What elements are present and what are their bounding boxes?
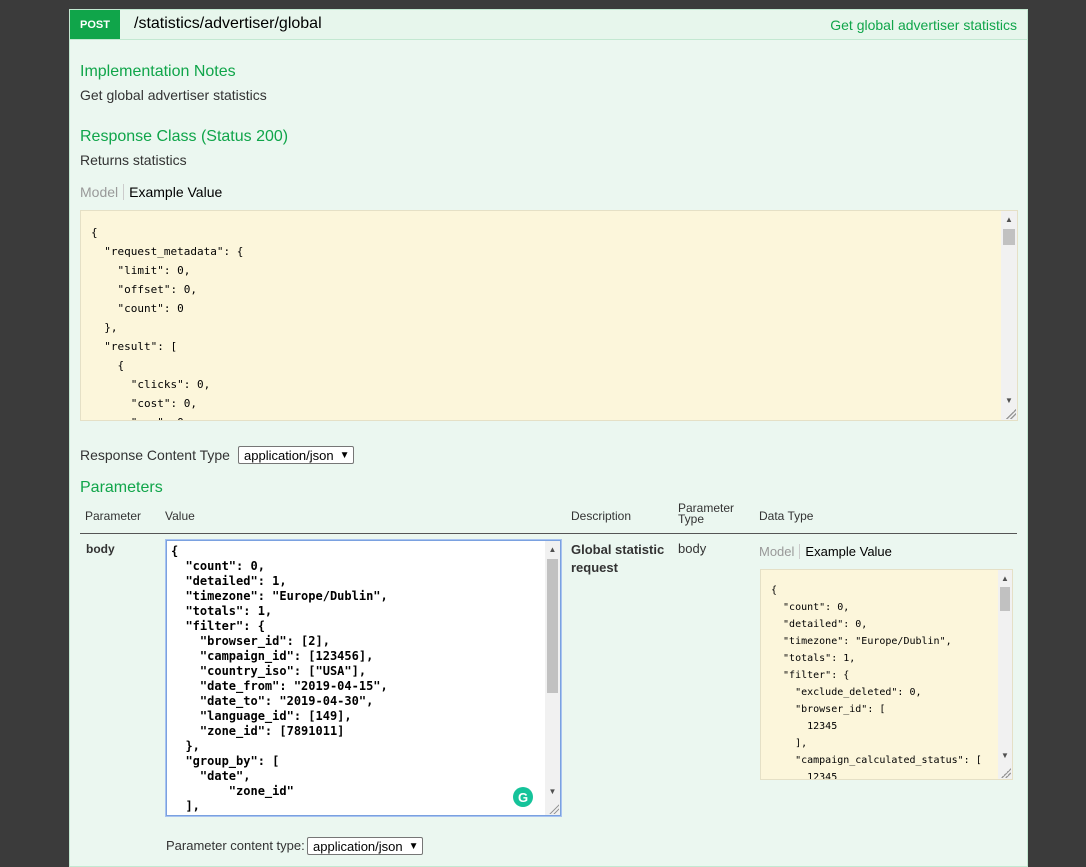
scroll-down-icon[interactable]: ▼ <box>1001 392 1017 408</box>
caret-down-icon: ▼ <box>408 840 419 852</box>
response-content-type-select[interactable]: application/json ▼ <box>238 446 354 464</box>
scroll-down-icon[interactable]: ▼ <box>545 783 560 799</box>
tab-example-value[interactable]: Example Value <box>124 184 222 200</box>
response-signature-tabs: Model Example Value <box>80 184 222 200</box>
column-header-description: Description <box>571 509 632 523</box>
response-class-text: Returns statistics <box>80 152 187 168</box>
body-value-textarea[interactable]: { "count": 0, "detailed": 1, "timezone":… <box>166 540 561 816</box>
response-example-scrollbar[interactable]: ▲ ▼ <box>1001 211 1017 420</box>
datatype-signature-tabs: Model Example Value <box>759 544 892 559</box>
column-header-parameter: Parameter <box>85 509 142 523</box>
parameter-content-type-label: Parameter content type: <box>166 838 305 853</box>
parameters-title: Parameters <box>80 479 163 496</box>
scroll-up-icon[interactable]: ▲ <box>998 570 1012 586</box>
tab-model[interactable]: Model <box>759 544 801 559</box>
method-badge[interactable]: POST <box>70 10 120 39</box>
endpoint-path[interactable]: /statistics/advertiser/global <box>134 15 322 33</box>
column-header-data-type: Data Type <box>759 509 814 523</box>
scroll-thumb[interactable] <box>547 559 558 693</box>
grammarly-icon[interactable]: G <box>513 787 533 807</box>
param-type: body <box>678 541 707 556</box>
resize-grip-icon[interactable] <box>1006 409 1016 419</box>
response-example-text: { "request_metadata": { "limit": 0, "off… <box>91 226 244 420</box>
parameters-divider <box>80 533 1017 534</box>
operation-summary[interactable]: Get global advertiser statistics <box>830 17 1017 33</box>
body-value-text: { "count": 0, "detailed": 1, "timezone":… <box>171 544 388 813</box>
scroll-down-icon[interactable]: ▼ <box>998 747 1012 763</box>
datatype-example-text: { "count": 0, "detailed": 0, "timezone":… <box>771 585 982 780</box>
param-description: Global statistic request <box>571 542 665 575</box>
scroll-up-icon[interactable]: ▲ <box>1001 211 1017 227</box>
response-content-type-label: Response Content Type <box>80 447 230 463</box>
operation-panel: POST /statistics/advertiser/global Get g… <box>69 9 1028 867</box>
textarea-scrollbar[interactable]: ▲ ▼ <box>545 541 560 815</box>
param-name: body <box>86 542 115 556</box>
parameter-content-type-value: application/json <box>313 838 403 854</box>
datatype-example-code[interactable]: { "count": 0, "detailed": 0, "timezone":… <box>760 569 1013 780</box>
tab-example-value[interactable]: Example Value <box>800 544 891 559</box>
resize-grip-icon[interactable] <box>549 804 559 814</box>
scroll-thumb[interactable] <box>1003 229 1015 245</box>
parameter-content-type-select[interactable]: application/json ▼ <box>307 837 423 855</box>
implementation-notes-title: Implementation Notes <box>80 63 236 80</box>
column-header-parameter-type: Parameter Type <box>678 501 735 526</box>
caret-down-icon: ▼ <box>339 449 350 461</box>
response-content-type-value: application/json <box>244 447 334 463</box>
tab-model[interactable]: Model <box>80 184 125 200</box>
column-header-value: Value <box>165 509 195 523</box>
scroll-thumb[interactable] <box>1000 587 1010 611</box>
response-class-title: Response Class (Status 200) <box>80 128 289 145</box>
scroll-up-icon[interactable]: ▲ <box>545 541 560 557</box>
resize-grip-icon[interactable] <box>1001 768 1011 778</box>
response-example-code[interactable]: { "request_metadata": { "limit": 0, "off… <box>80 210 1018 421</box>
operation-heading[interactable]: POST /statistics/advertiser/global Get g… <box>70 10 1027 40</box>
datatype-example-scrollbar[interactable]: ▲ ▼ <box>998 570 1012 779</box>
implementation-notes-text: Get global advertiser statistics <box>80 87 267 103</box>
